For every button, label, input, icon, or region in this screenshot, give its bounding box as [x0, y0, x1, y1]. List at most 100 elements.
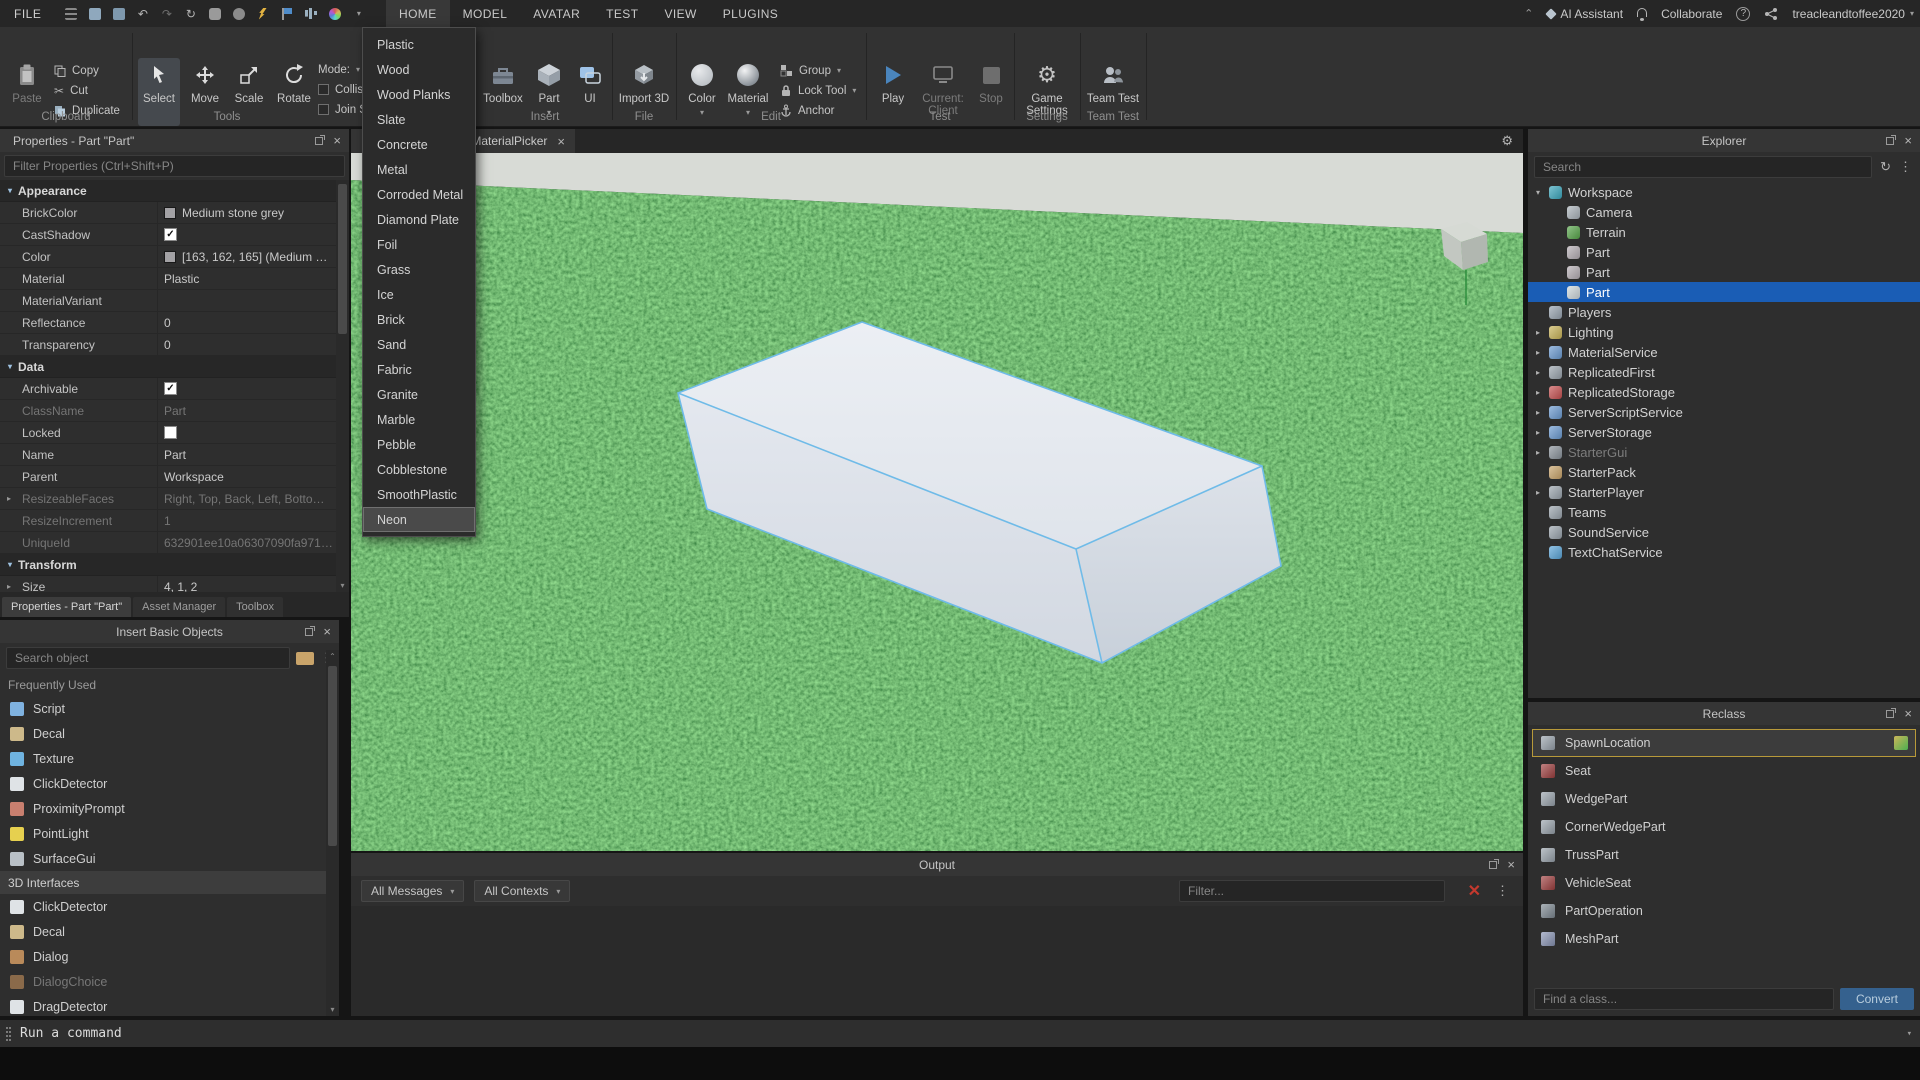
output-log-area[interactable]	[351, 906, 1523, 1016]
insert-object-item[interactable]: Decal	[0, 919, 339, 944]
clear-output-icon[interactable]: ✕	[1468, 881, 1481, 901]
properties-scrollbar[interactable]: ▾	[336, 180, 349, 592]
tree-expand-arrow-icon[interactable]: ▸	[1536, 428, 1549, 437]
property-row[interactable]: UniqueId 632901ee10a06307090fa971…	[0, 532, 349, 554]
video-record-icon[interactable]	[231, 6, 246, 21]
file-menu[interactable]: FILE	[0, 0, 55, 27]
material-menu-item[interactable]: Concrete	[363, 132, 475, 157]
scroll-down-arrow-icon[interactable]: ▾	[336, 581, 349, 590]
explorer-tree-item[interactable]: Part	[1528, 242, 1920, 262]
dock-tab[interactable]: Asset Manager	[133, 597, 225, 617]
popout-icon[interactable]	[1886, 137, 1894, 145]
property-row[interactable]: ResizeIncrement 1	[0, 510, 349, 532]
save-icon[interactable]	[87, 6, 102, 21]
join-surfaces-checkbox[interactable]: Join Surfaces	[318, 100, 362, 119]
material-menu-item[interactable]: Foil	[363, 232, 475, 257]
property-value[interactable]: Plastic	[164, 272, 199, 286]
material-menu-item[interactable]: Sand	[363, 332, 475, 357]
command-bar-text[interactable]: Run a command	[20, 1026, 122, 1041]
command-bar[interactable]: Run a command ▾	[0, 1020, 1920, 1047]
material-menu-item[interactable]: Plastic	[363, 32, 475, 57]
property-value[interactable]: Part	[164, 448, 186, 462]
messages-filter-dropdown[interactable]: All Messages ▾	[361, 880, 464, 902]
material-menu-item[interactable]: Cobblestone	[363, 457, 475, 482]
insert-object-item[interactable]: Dialog	[0, 944, 339, 969]
find-class-input[interactable]	[1534, 988, 1834, 1010]
contexts-filter-dropdown[interactable]: All Contexts ▾	[474, 880, 570, 902]
material-menu-item[interactable]: Fabric	[363, 357, 475, 382]
explorer-tree-item[interactable]: ▸ StarterPlayer	[1528, 482, 1920, 502]
explorer-tree-item[interactable]: Part	[1528, 262, 1920, 282]
tree-expand-arrow-icon[interactable]: ▸	[1536, 408, 1549, 417]
property-value[interactable]: 0	[164, 316, 171, 330]
ribbon-tab[interactable]: AVATAR	[520, 0, 593, 27]
ribbon-tab[interactable]: MODEL	[450, 0, 521, 27]
property-value[interactable]: 1	[164, 514, 171, 528]
material-menu-item[interactable]: Granite	[363, 382, 475, 407]
property-value[interactable]: Medium stone grey	[182, 206, 284, 220]
property-checkbox[interactable]	[164, 426, 177, 439]
explorer-tree-item[interactable]: Terrain	[1528, 222, 1920, 242]
cut-button[interactable]: ✂ Cut	[54, 81, 88, 100]
ai-assistant-button[interactable]: AI Assistant	[1547, 7, 1623, 21]
output-options-kebab-icon[interactable]: ⋮	[1496, 883, 1509, 899]
insert-object-item[interactable]: PointLight	[0, 821, 339, 846]
material-menu-item[interactable]: Grass	[363, 257, 475, 282]
reclass-class-item[interactable]: Seat	[1532, 757, 1916, 785]
tree-expand-arrow-icon[interactable]: ▾	[1536, 188, 1549, 197]
image-mode-icon[interactable]	[296, 652, 314, 665]
reclass-class-item[interactable]: WedgePart	[1532, 785, 1916, 813]
explorer-tree-item[interactable]: ▸ StarterGui	[1528, 442, 1920, 462]
collapse-ribbon-icon[interactable]: ⌃	[1524, 7, 1533, 20]
property-value[interactable]: Workspace	[164, 470, 224, 484]
property-row[interactable]: Parent Workspace	[0, 466, 349, 488]
explorer-tree-item[interactable]: ▾ Workspace	[1528, 182, 1920, 202]
tree-expand-arrow-icon[interactable]: ▸	[1536, 368, 1549, 377]
material-menu-item[interactable]: Slate	[363, 107, 475, 132]
material-menu-item[interactable]: Diamond Plate	[363, 207, 475, 232]
explorer-options-kebab-icon[interactable]: ⋮	[1899, 159, 1912, 175]
scroll-up-arrow-icon[interactable]: ⌃	[326, 652, 339, 661]
history-icon[interactable]: ↻	[183, 6, 198, 21]
material-menu-item[interactable]: Corroded Metal	[363, 182, 475, 207]
property-row[interactable]: ▸Size 4, 1, 2	[0, 576, 349, 592]
material-menu-item[interactable]: Pebble	[363, 432, 475, 457]
explorer-tree-item[interactable]: ▸ MaterialService	[1528, 342, 1920, 362]
ribbon-tab[interactable]: HOME	[386, 0, 450, 27]
material-menu-item[interactable]: SmoothPlastic	[363, 482, 475, 507]
toolbar-overflow-caret-icon[interactable]: ▾	[351, 6, 366, 21]
menu-grid-icon[interactable]	[63, 6, 78, 21]
explorer-tree-item[interactable]: Part	[1528, 282, 1920, 302]
property-value[interactable]: [163, 162, 165] (Medium …	[182, 250, 327, 264]
dock-tab[interactable]: Properties - Part "Part"	[2, 597, 131, 617]
close-icon[interactable]: ×	[323, 625, 331, 638]
close-icon[interactable]: ×	[1904, 707, 1912, 720]
lightning-icon[interactable]	[255, 6, 270, 21]
reclass-class-item[interactable]: PartOperation	[1532, 897, 1916, 925]
property-row[interactable]: ClassName Part	[0, 400, 349, 422]
explorer-search-input[interactable]	[1534, 156, 1872, 178]
explorer-tree-item[interactable]: StarterPack	[1528, 462, 1920, 482]
section-transform[interactable]: ▾Transform	[0, 554, 349, 576]
lock-tool-button[interactable]: Lock Tool ▾	[780, 81, 856, 100]
tree-expand-arrow-icon[interactable]: ▸	[1536, 488, 1549, 497]
tab-close-icon[interactable]: ×	[557, 135, 565, 148]
property-checkbox[interactable]	[164, 228, 177, 241]
property-row[interactable]: Material Plastic	[0, 268, 349, 290]
publish-icon[interactable]	[111, 6, 126, 21]
explorer-tree-item[interactable]: ▸ ReplicatedStorage	[1528, 382, 1920, 402]
explorer-tree-item[interactable]: Teams	[1528, 502, 1920, 522]
property-value[interactable]: 632901ee10a06307090fa971…	[164, 536, 333, 550]
property-row[interactable]: Locked	[0, 422, 349, 444]
explorer-tree-item[interactable]: TextChatService	[1528, 542, 1920, 562]
output-filter-input[interactable]	[1179, 880, 1445, 902]
material-menu-item[interactable]: Marble	[363, 407, 475, 432]
ribbon-tab[interactable]: TEST	[593, 0, 651, 27]
mode-dropdown[interactable]: Mode:▾	[318, 60, 362, 79]
notifications-bell-icon[interactable]	[1637, 8, 1647, 17]
popout-icon[interactable]	[315, 137, 323, 145]
close-icon[interactable]: ×	[333, 134, 341, 147]
flag-icon[interactable]	[279, 6, 294, 21]
dock-tab[interactable]: Toolbox	[227, 597, 283, 617]
insert-object-item[interactable]: Decal	[0, 721, 339, 746]
